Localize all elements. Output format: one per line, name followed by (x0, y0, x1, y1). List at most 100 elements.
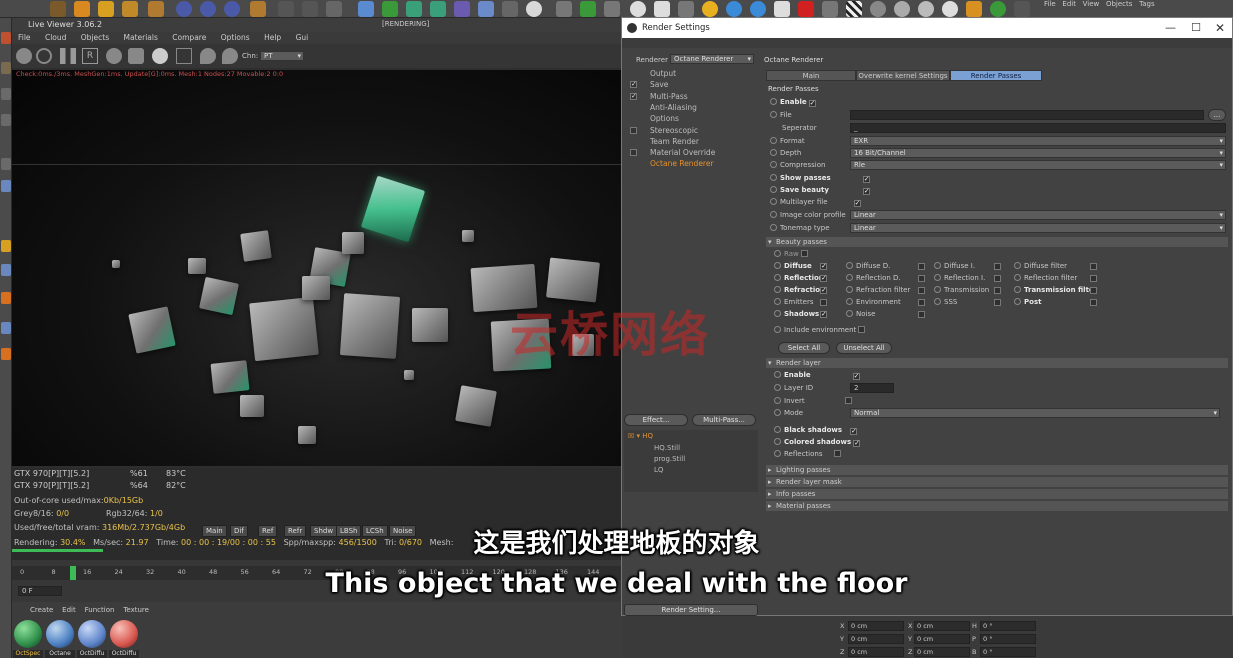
lv-menu-materials[interactable]: Materials (124, 33, 158, 42)
close-icon[interactable]: ✕ (1215, 18, 1225, 38)
cube-object-icon[interactable] (358, 1, 374, 17)
section-lighting-passes[interactable]: Lighting passes (766, 465, 1228, 475)
beauty-pass-checkbox[interactable] (918, 287, 925, 294)
unselect-all-button[interactable]: Unselect All (836, 342, 892, 354)
beauty-pass-checkbox[interactable]: ✓ (820, 263, 827, 270)
palette-tool-icon-4[interactable] (1, 114, 11, 126)
beauty-pass-checkbox[interactable]: ✓ (820, 311, 827, 318)
beauty-pass-option[interactable]: SSS (934, 297, 1001, 308)
beauty-pass-checkbox[interactable] (1090, 275, 1097, 282)
help-icon[interactable] (1014, 1, 1030, 17)
material-ball[interactable] (14, 620, 42, 648)
format-dropdown[interactable]: EXR (850, 136, 1226, 146)
palette-tool-icon-10[interactable] (1, 322, 11, 334)
lv-settings-gear-icon[interactable] (106, 48, 122, 64)
select-all-button[interactable]: Select All (778, 342, 830, 354)
raw-checkbox[interactable] (800, 250, 808, 257)
colored-shadows-row[interactable]: Colored shadows ✓ (774, 437, 861, 448)
live-select-icon[interactable] (148, 1, 164, 17)
camera-icon[interactable] (502, 1, 518, 17)
coord-field[interactable]: 0 cm (914, 634, 970, 644)
lv-menu-objects[interactable]: Objects (81, 33, 109, 42)
mat-menu-create[interactable]: Create (30, 606, 53, 614)
beauty-pass-checkbox[interactable]: ✓ (820, 287, 827, 294)
tonemap-dropdown[interactable]: Linear (850, 223, 1226, 233)
fullscreen-icon[interactable] (176, 48, 192, 64)
octane-sky-icon[interactable] (726, 1, 742, 17)
tab-main[interactable]: Main (766, 70, 856, 81)
beauty-pass-option[interactable]: Reflection filter (1014, 273, 1097, 284)
menu-objects[interactable]: Objects (1106, 0, 1132, 8)
region-render-icon[interactable]: R (82, 48, 98, 64)
lv-menu-compare[interactable]: Compare (172, 33, 206, 42)
coord-field[interactable]: 0 ° (980, 647, 1036, 657)
lv-menu-file[interactable]: File (18, 33, 31, 42)
z-axis-icon[interactable] (224, 1, 240, 17)
enable-checkbox[interactable]: ✓ (808, 100, 816, 107)
beauty-pass-checkbox[interactable] (1090, 299, 1097, 306)
preset-item-hq[interactable]: ☒ ▾ HQ (628, 432, 653, 440)
palette-tool-icon-9[interactable] (1, 292, 11, 304)
rl-enable-row[interactable]: Enable ✓ (774, 370, 860, 381)
preset-item[interactable]: LQ (654, 466, 663, 474)
subdivision-icon[interactable] (406, 1, 422, 17)
pick-material-icon[interactable] (222, 48, 238, 64)
beauty-pass-checkbox[interactable] (918, 275, 925, 282)
effect-button[interactable]: Effect... (624, 414, 688, 426)
menu-file[interactable]: File (1044, 0, 1056, 8)
render-viewport[interactable] (12, 70, 622, 466)
coord-system-icon[interactable] (250, 1, 266, 17)
tree-item[interactable]: Output (650, 68, 676, 79)
octane-record-icon[interactable] (798, 1, 814, 17)
tree-item[interactable]: Material Override (650, 147, 715, 158)
beauty-pass-checkbox[interactable] (918, 299, 925, 306)
save-beauty-row[interactable]: Save beauty ✓ (770, 185, 870, 196)
material-ball[interactable] (46, 620, 74, 648)
tab-render-passes[interactable]: Render Passes (950, 70, 1042, 81)
coord-field[interactable]: 0 cm (848, 634, 904, 644)
settings-gear-icon[interactable] (556, 1, 572, 17)
beauty-pass-option[interactable]: Noise (846, 309, 925, 320)
beauty-pass-checkbox[interactable] (918, 311, 925, 318)
maximize-icon[interactable]: ☐ (1191, 18, 1201, 38)
material-ball[interactable] (110, 620, 138, 648)
mat-menu-function[interactable]: Function (85, 606, 115, 614)
image-color-dropdown[interactable]: Linear (850, 210, 1226, 220)
raw-row[interactable]: Raw (774, 249, 808, 260)
include-env-checkbox[interactable] (858, 326, 866, 333)
beauty-pass-checkbox[interactable] (994, 299, 1001, 306)
menu-view[interactable]: View (1083, 0, 1100, 8)
beauty-pass-checkbox[interactable] (1090, 263, 1097, 270)
include-env-row[interactable]: Include environment (774, 325, 866, 336)
octane-target-icon[interactable] (630, 1, 646, 17)
beauty-pass-checkbox[interactable] (918, 263, 925, 270)
render-picture-viewer-icon[interactable] (302, 1, 318, 17)
beauty-pass-option[interactable]: Reflection ✓ (774, 273, 827, 284)
render-view-icon[interactable] (278, 1, 294, 17)
beauty-pass-option[interactable]: Transmission (934, 285, 1001, 296)
beauty-pass-checkbox[interactable] (1090, 287, 1097, 294)
section-render-layer-mask[interactable]: Render layer mask (766, 477, 1228, 487)
restart-render-icon[interactable] (36, 48, 52, 64)
octane-light-icon[interactable] (774, 1, 790, 17)
palette-tool-icon-11[interactable] (1, 348, 11, 360)
beauty-pass-option[interactable]: Post (1014, 297, 1097, 308)
beauty-pass-checkbox[interactable] (820, 299, 827, 306)
minimize-icon[interactable]: — (1165, 18, 1176, 38)
tree-checkbox[interactable] (630, 149, 637, 157)
material-ball-4-icon[interactable] (942, 1, 958, 17)
layer-id-field[interactable]: 2 (850, 383, 894, 393)
select-tool-icon[interactable] (50, 1, 66, 17)
send-scene-icon[interactable] (16, 48, 32, 64)
coord-field[interactable]: 0 ° (980, 634, 1036, 644)
lv-menu-cloud[interactable]: Cloud (45, 33, 66, 42)
beauty-pass-checkbox[interactable] (994, 263, 1001, 270)
material-preview-icon[interactable] (152, 48, 168, 64)
show-passes-row[interactable]: Show passes ✓ (770, 173, 870, 184)
lv-menu-help[interactable]: Help (264, 33, 281, 42)
tree-item[interactable]: Save (650, 79, 668, 90)
beauty-pass-option[interactable]: Refraction filter (846, 285, 925, 296)
y-axis-icon[interactable] (200, 1, 216, 17)
multi-pass-button[interactable]: Multi-Pass... (692, 414, 756, 426)
pick-focus-icon[interactable] (200, 48, 216, 64)
